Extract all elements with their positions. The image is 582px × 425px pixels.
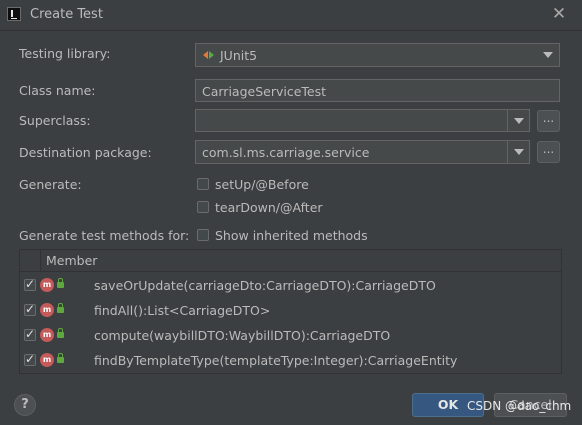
member-table: Member m saveOrUpdate(carriageDto:Carria… [19, 249, 562, 374]
method-icon: m [40, 353, 54, 367]
watermark: CSDN @dao_chm [467, 399, 572, 413]
lock-icon [57, 278, 64, 288]
member-table-header: Member [20, 250, 561, 272]
member-checkbox[interactable] [24, 302, 36, 316]
generate-methods-label: Generate test methods for: [19, 228, 190, 243]
column-divider [40, 250, 41, 272]
close-icon[interactable]: ✕ [548, 3, 570, 25]
method-icon: m [40, 278, 54, 292]
lock-icon [57, 303, 64, 313]
testing-library-value: JUnit5 [220, 48, 258, 63]
testing-library-label: Testing library: [19, 46, 111, 61]
dialog-title: Create Test [30, 7, 103, 22]
destination-package-browse-button[interactable]: ... [537, 141, 560, 163]
junit-icon [203, 49, 215, 61]
superclass-label: Superclass: [19, 113, 91, 128]
table-row[interactable]: m findAll():List<CarriageDTO> [20, 298, 561, 323]
class-name-label: Class name: [19, 83, 96, 98]
lock-icon [57, 328, 64, 338]
chevron-down-icon [507, 110, 529, 131]
destination-package-combo[interactable]: com.sl.ms.carriage.service [195, 140, 530, 164]
help-button[interactable]: ? [14, 394, 36, 416]
teardown-label: tearDown/@After [215, 200, 323, 215]
destination-package-label: Destination package: [19, 145, 152, 160]
member-checkbox[interactable] [24, 352, 36, 366]
class-name-input[interactable]: CarriageServiceTest [195, 79, 560, 102]
method-icon: m [40, 328, 54, 342]
superclass-browse-button[interactable]: ... [537, 110, 560, 132]
member-checkbox[interactable] [24, 277, 36, 291]
intellij-app-icon [7, 7, 21, 21]
destination-package-value: com.sl.ms.carriage.service [202, 145, 370, 160]
method-signature: findAll():List<CarriageDTO> [94, 303, 271, 318]
setup-checkbox[interactable] [197, 178, 209, 190]
chevron-down-icon [507, 141, 529, 163]
generate-label: Generate: [19, 177, 82, 192]
member-checkbox[interactable] [24, 327, 36, 341]
method-signature: findByTemplateType(templateType:Integer)… [94, 353, 458, 368]
table-row[interactable]: m saveOrUpdate(carriageDto:CarriageDTO):… [20, 273, 561, 298]
superclass-combo[interactable] [195, 109, 530, 132]
show-inherited-checkbox[interactable] [197, 229, 209, 241]
method-icon: m [40, 303, 54, 317]
class-name-value: CarriageServiceTest [202, 84, 327, 99]
table-row[interactable]: m findByTemplateType(templateType:Intege… [20, 348, 561, 373]
member-column-header: Member [46, 253, 98, 268]
table-row[interactable]: m compute(waybillDTO:WaybillDTO):Carriag… [20, 323, 561, 348]
testing-library-select[interactable]: JUnit5 [195, 43, 560, 67]
teardown-checkbox[interactable] [197, 201, 209, 213]
chevron-down-icon [537, 44, 559, 66]
method-signature: saveOrUpdate(carriageDto:CarriageDTO):Ca… [94, 278, 436, 293]
show-inherited-label: Show inherited methods [215, 228, 368, 243]
method-signature: compute(waybillDTO:WaybillDTO):CarriageD… [94, 328, 391, 343]
setup-label: setUp/@Before [215, 177, 309, 192]
lock-icon [57, 353, 64, 363]
